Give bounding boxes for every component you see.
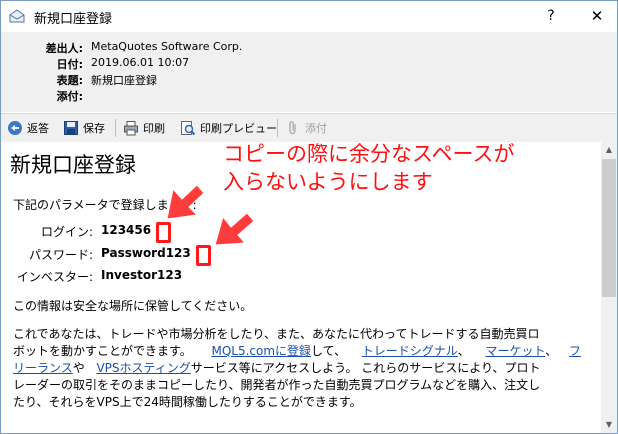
highlight-box: [156, 222, 171, 243]
highlight-box: [196, 245, 211, 266]
arrow-icon: [214, 212, 255, 246]
annotation-arrows: [166, 184, 255, 246]
mail-window: 新規口座登録 ? ✕ 差出人: MetaQuotes Software Corp…: [0, 0, 618, 434]
arrow-icon: [166, 184, 205, 220]
